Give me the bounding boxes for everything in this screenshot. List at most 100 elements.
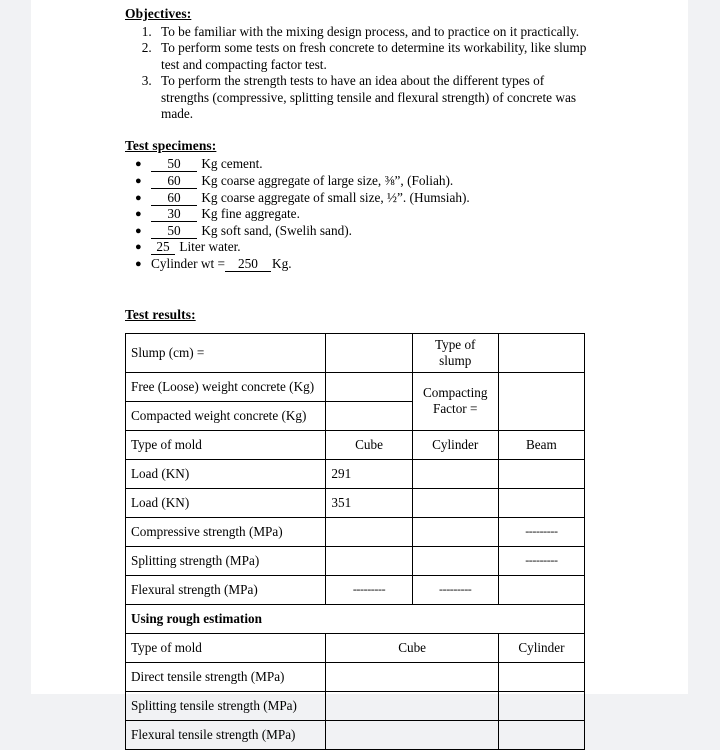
cell-value[interactable]	[411, 545, 499, 576]
table-row: Load (KN) 351	[124, 487, 586, 518]
specimen-item: ● 60 Kg coarse aggregate of small size, …	[135, 189, 595, 207]
column-header-cylinder: Cylinder	[411, 429, 499, 460]
specimen-item: ● 25 Liter water.	[135, 239, 595, 256]
cell-not-applicable: ---------	[497, 545, 586, 576]
cell-value[interactable]	[497, 719, 586, 750]
cylinder-weight-suffix: Kg.	[271, 256, 292, 271]
table-row: Type of mold Cube Cylinder	[124, 632, 586, 663]
cell-value[interactable]	[325, 661, 499, 692]
specimen-item: ● 50 Kg cement.	[135, 156, 595, 173]
specimen-value-field[interactable]: 50	[151, 223, 197, 239]
specimen-item: ● 50 Kg soft sand, (Swelih sand).	[135, 222, 595, 240]
objective-item: To be familiar with the mixing design pr…	[155, 24, 595, 40]
cell-value[interactable]	[325, 332, 413, 373]
column-header-beam: Beam	[497, 429, 586, 460]
bullet-icon: ●	[135, 241, 142, 254]
specimen-item: ● 30 Kg fine aggregate.	[135, 206, 595, 223]
row-label: Free (Loose) weight concrete (Kg)	[124, 371, 327, 402]
cell-value[interactable]	[497, 661, 586, 692]
cell-compacting-factor: Compacting Factor =	[411, 371, 499, 431]
test-specimens-heading: Test specimens:	[125, 138, 217, 154]
test-results-table: Slump (cm) = Type of slump Free (Loose) …	[124, 332, 586, 750]
objectives-list: To be familiar with the mixing design pr…	[125, 24, 595, 122]
cell-value[interactable]	[497, 332, 586, 373]
specimen-item-cylinder-weight: ● Cylinder wt = 250 Kg.	[135, 256, 595, 273]
objective-item: To perform some tests on fresh concrete …	[155, 40, 595, 73]
document-content: Objectives: To be familiar with the mixi…	[124, 0, 595, 750]
cell-value[interactable]	[497, 487, 586, 518]
row-label: Compressive strength (MPa)	[124, 516, 327, 547]
document-page: Objectives: To be familiar with the mixi…	[31, 0, 688, 750]
bullet-icon: ●	[135, 191, 142, 204]
test-results-heading: Test results:	[125, 306, 196, 322]
row-label: Compacted weight concrete (Kg)	[124, 400, 327, 431]
table-row: Load (KN) 291	[124, 458, 586, 489]
rough-estimation-section-title: Using rough estimation	[125, 603, 585, 634]
cell-value[interactable]	[497, 458, 586, 489]
cylinder-weight-field[interactable]: 250	[224, 257, 271, 272]
bullet-icon: ●	[135, 208, 142, 221]
cell-value[interactable]	[411, 487, 499, 518]
bullet-icon: ●	[135, 258, 142, 270]
cell-load-value[interactable]: 351	[325, 487, 413, 518]
bullet-icon: ●	[135, 158, 142, 171]
specimen-label: Kg cement.	[201, 156, 263, 172]
column-header-cube: Cube	[325, 632, 499, 663]
cell-value[interactable]	[325, 719, 499, 750]
cell-type-of-slump: Type of slump	[411, 332, 499, 373]
objectives-heading: Objectives:	[125, 6, 192, 21]
specimen-value-field[interactable]: 25	[151, 240, 175, 256]
objective-item: To perform the strength tests to have an…	[155, 73, 595, 122]
table-row: Compressive strength (MPa) ---------	[124, 516, 586, 547]
cell-not-applicable: ---------	[497, 516, 586, 547]
table-row: Slump (cm) = Type of slump	[124, 332, 586, 373]
cell-not-applicable: ---------	[325, 574, 413, 605]
cell-value[interactable]	[325, 690, 499, 721]
test-specimens-list: ● 50 Kg cement. ● 60 Kg coarse aggregate…	[125, 156, 595, 272]
table-row: Flexural strength (MPa) --------- ------…	[124, 574, 586, 605]
row-label: Flexural strength (MPa)	[124, 574, 327, 605]
table-row: Flexural tensile strength (MPa)	[124, 719, 586, 750]
row-label: Type of mold	[124, 632, 327, 663]
row-label: Splitting tensile strength (MPa)	[124, 690, 327, 721]
row-label: Load (KN)	[124, 458, 327, 489]
table-row: Free (Loose) weight concrete (Kg) Compac…	[124, 371, 586, 431]
specimen-value-field[interactable]: 60	[151, 174, 197, 190]
cell-value[interactable]	[325, 400, 413, 431]
cell-not-applicable: ---------	[411, 574, 499, 605]
specimen-label: Kg fine aggregate.	[201, 206, 300, 222]
specimen-item: ● 60 Kg coarse aggregate of large size, …	[135, 173, 595, 190]
row-label: Type of mold	[124, 429, 327, 460]
cell-value[interactable]	[497, 371, 586, 431]
cell-value[interactable]	[411, 516, 499, 547]
row-label: Splitting strength (MPa)	[124, 545, 327, 576]
row-label: Load (KN)	[124, 487, 327, 518]
row-label: Flexural tensile strength (MPa)	[124, 719, 327, 750]
specimen-value-field[interactable]: 30	[151, 207, 197, 223]
specimen-label: Kg soft sand, (Swelih sand).	[201, 222, 353, 238]
table-row-section-title: Using rough estimation	[125, 603, 585, 634]
table-row: Splitting strength (MPa) ---------	[124, 545, 586, 576]
row-label: Slump (cm) =	[124, 332, 327, 373]
cell-value[interactable]	[411, 458, 499, 489]
specimen-label: Liter water.	[179, 239, 241, 255]
cell-value[interactable]	[325, 516, 413, 547]
cell-value[interactable]	[325, 545, 413, 576]
cell-value[interactable]	[497, 574, 586, 605]
bullet-icon: ●	[135, 224, 142, 237]
bullet-icon: ●	[135, 175, 142, 188]
column-header-cylinder: Cylinder	[497, 632, 586, 663]
specimen-label: Kg coarse aggregate of large size, ⅜”, (…	[201, 173, 454, 189]
table-row: Direct tensile strength (MPa)	[124, 661, 586, 692]
cell-value[interactable]	[497, 690, 586, 721]
specimen-label: Kg coarse aggregate of small size, ½”. (…	[201, 189, 470, 205]
specimen-value-field[interactable]: 60	[151, 190, 197, 206]
table-row: Type of mold Cube Cylinder Beam	[124, 429, 586, 460]
row-label: Direct tensile strength (MPa)	[124, 661, 327, 692]
cell-load-value[interactable]: 291	[325, 458, 413, 489]
cell-value[interactable]	[325, 371, 413, 402]
table-row: Splitting tensile strength (MPa)	[124, 690, 586, 721]
specimen-value-field[interactable]: 50	[151, 157, 197, 173]
column-header-cube: Cube	[325, 429, 413, 460]
cylinder-weight-prefix: Cylinder wt =	[151, 256, 225, 271]
